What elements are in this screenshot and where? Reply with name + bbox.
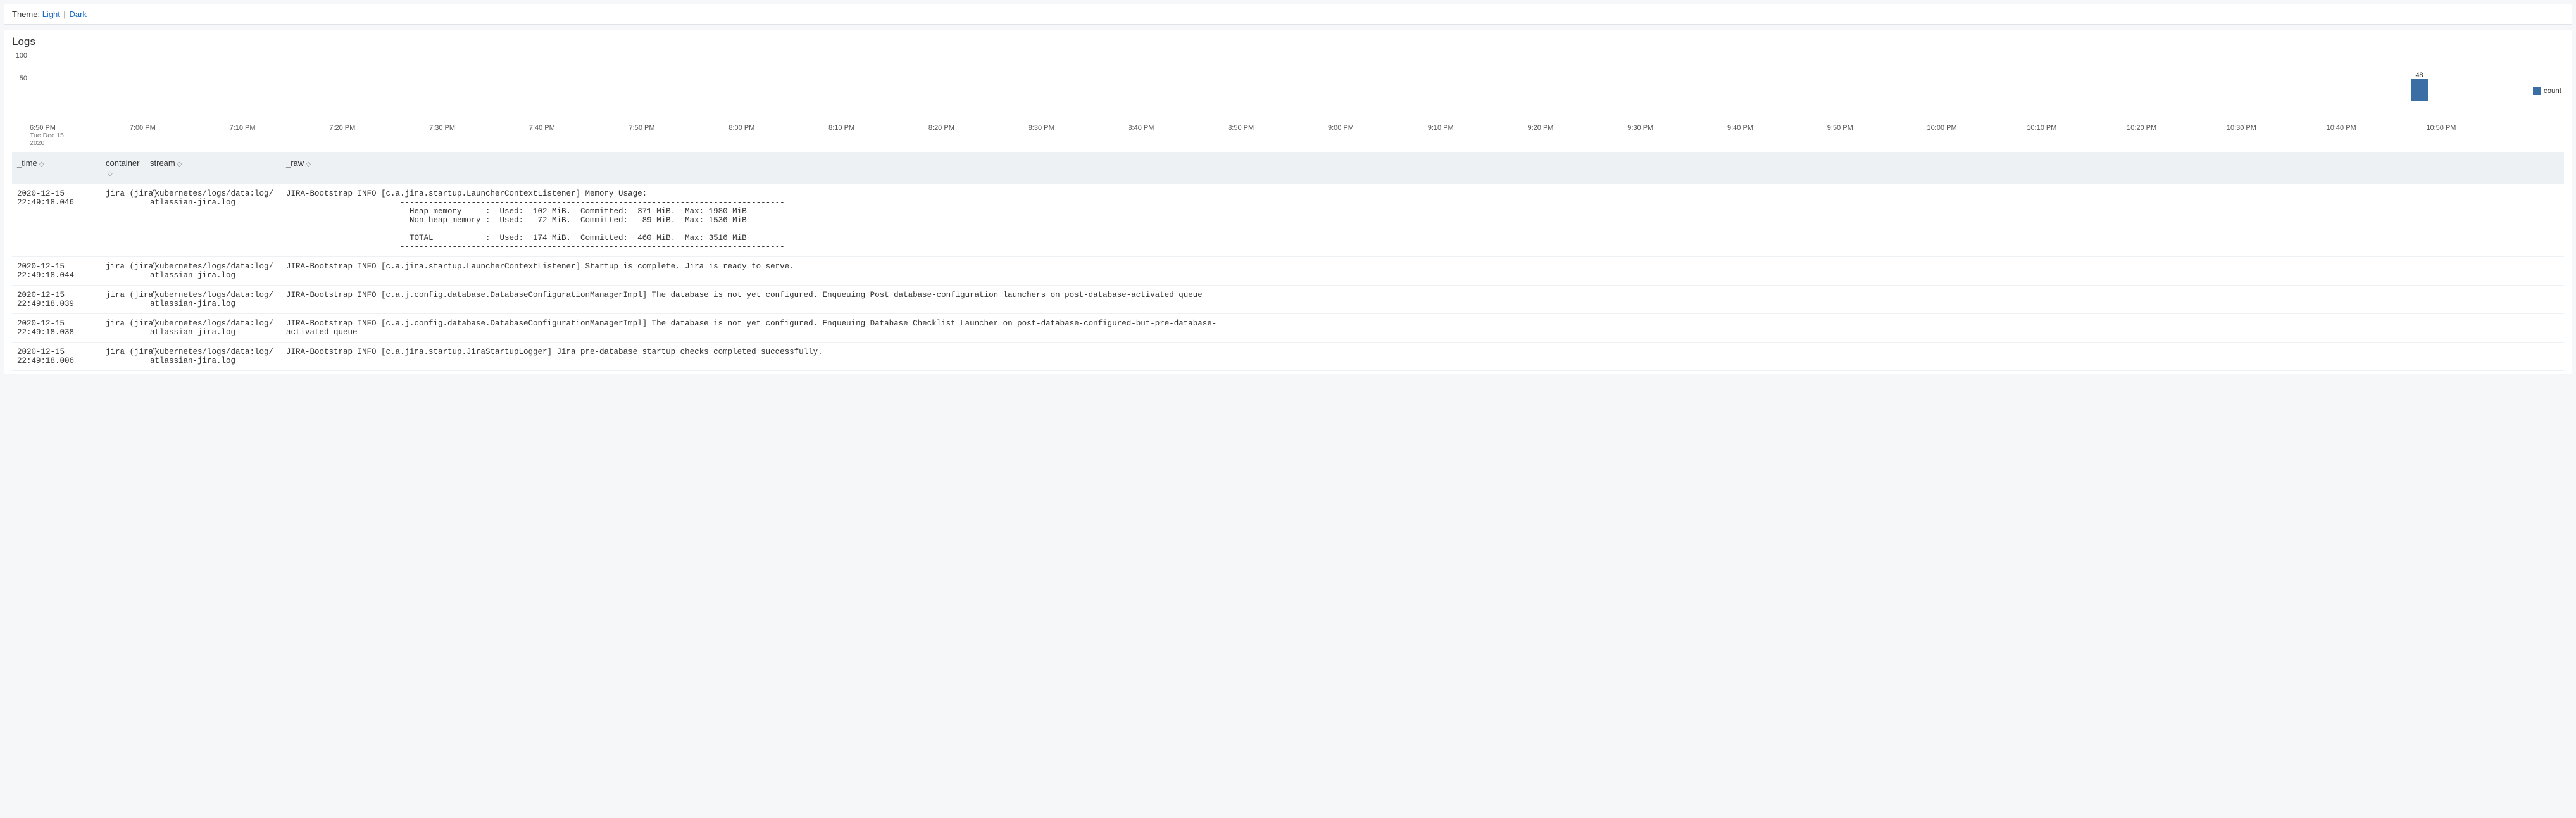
cell-stream: /kubernetes/logs/data:log/atlassian-jira… <box>145 257 281 286</box>
x-tick: 10:00 PM <box>1927 124 2027 147</box>
cell-stream: /kubernetes/logs/data:log/atlassian-jira… <box>145 184 281 257</box>
x-tick: 10:10 PM <box>2027 124 2127 147</box>
cell-time: 2020-12-15 22:49:18.039 <box>12 286 101 314</box>
x-tick: 9:20 PM <box>1527 124 1627 147</box>
histogram-chart: 100 50 48 count <box>12 52 2564 122</box>
cell-time: 2020-12-15 22:49:18.046 <box>12 184 101 257</box>
x-tick: 9:10 PM <box>1428 124 1528 147</box>
chart-legend: count <box>2533 87 2561 95</box>
cell-raw-prefix: JIRA-Bootstrap INFO <box>281 257 376 286</box>
panel-title: Logs <box>12 35 2564 48</box>
cell-raw-prefix: JIRA-Bootstrap INFO <box>281 343 376 371</box>
x-tick: 7:30 PM <box>429 124 529 147</box>
cell-stream: /kubernetes/logs/data:log/atlassian-jira… <box>145 314 281 343</box>
theme-label: Theme: <box>12 9 40 19</box>
x-tick: 10:20 PM <box>2127 124 2227 147</box>
sort-icon[interactable]: ◇ <box>177 161 182 168</box>
cell-container: jira (jira) <box>101 343 145 371</box>
cell-container: jira (jira) <box>101 184 145 257</box>
table-header-row: _time◇ container◇ stream◇ _raw◇ <box>12 152 2564 184</box>
x-tick: 8:00 PM <box>728 124 828 147</box>
cell-raw-body: [c.a.jira.startup.LauncherContextListene… <box>376 257 2564 286</box>
cell-raw-body: [c.a.jira.startup.JiraStartupLogger] Jir… <box>376 343 2564 371</box>
theme-dark-link[interactable]: Dark <box>70 9 87 19</box>
y-axis: 100 50 <box>12 52 30 122</box>
y-tick-100: 100 <box>16 52 27 60</box>
x-tick: 7:10 PM <box>230 124 330 147</box>
cell-time: 2020-12-15 22:49:18.038 <box>12 314 101 343</box>
theme-bar: Theme: Light | Dark <box>4 4 2572 25</box>
x-tick: 10:50 PM <box>2426 124 2526 147</box>
x-tick: 10:40 PM <box>2327 124 2427 147</box>
theme-light-link[interactable]: Light <box>42 9 60 19</box>
table-row[interactable]: 2020-12-15 22:49:18.038jira (jira)/kuber… <box>12 314 2564 343</box>
x-tick: 9:30 PM <box>1627 124 1727 147</box>
x-tick: 7:50 PM <box>629 124 729 147</box>
cell-raw-body: [c.a.jira.startup.LauncherContextListene… <box>376 184 2564 257</box>
histogram-bar-label: 48 <box>2415 72 2423 79</box>
cell-container: jira (jira) <box>101 257 145 286</box>
x-tick: 9:40 PM <box>1727 124 1827 147</box>
x-tick: 8:10 PM <box>828 124 928 147</box>
legend-label: count <box>2544 87 2561 95</box>
plot-area[interactable]: 48 <box>30 56 2526 101</box>
col-container[interactable]: container◇ <box>101 152 145 184</box>
sort-icon[interactable]: ◇ <box>108 170 113 177</box>
cell-time: 2020-12-15 22:49:18.044 <box>12 257 101 286</box>
x-axis: 6:50 PMTue Dec 1520207:00 PM7:10 PM7:20 … <box>30 122 2526 147</box>
theme-sep: | <box>64 9 66 19</box>
cell-stream: /kubernetes/logs/data:log/atlassian-jira… <box>145 286 281 314</box>
sort-icon[interactable]: ◇ <box>306 161 311 168</box>
x-tick: 9:00 PM <box>1328 124 1428 147</box>
x-tick: 9:50 PM <box>1827 124 1927 147</box>
cell-container: jira (jira) <box>101 314 145 343</box>
cell-container: jira (jira) <box>101 286 145 314</box>
col-raw[interactable]: _raw◇ <box>281 152 2564 184</box>
x-tick: 8:30 PM <box>1029 124 1129 147</box>
x-tick: 8:50 PM <box>1228 124 1328 147</box>
x-tick: 6:50 PMTue Dec 152020 <box>30 124 130 147</box>
y-tick-50: 50 <box>20 75 27 82</box>
table-row[interactable]: 2020-12-15 22:49:18.039jira (jira)/kuber… <box>12 286 2564 314</box>
table-row[interactable]: 2020-12-15 22:49:18.044jira (jira)/kuber… <box>12 257 2564 286</box>
logs-table: _time◇ container◇ stream◇ _raw◇ 2020-12 <box>12 152 2564 371</box>
sort-icon[interactable]: ◇ <box>39 161 44 168</box>
col-stream[interactable]: stream◇ <box>145 152 281 184</box>
x-tick: 10:30 PM <box>2227 124 2327 147</box>
x-tick: 7:00 PM <box>130 124 230 147</box>
cell-raw-prefix: JIRA-Bootstrap INFO activated queue <box>281 314 376 343</box>
x-tick: 8:40 PM <box>1128 124 1228 147</box>
table-row[interactable]: 2020-12-15 22:49:18.046jira (jira)/kuber… <box>12 184 2564 257</box>
logs-panel: Logs 100 50 48 count 6:50 PMTue Dec 1520… <box>4 30 2572 374</box>
x-tick: 7:20 PM <box>329 124 429 147</box>
cell-raw-body: [c.a.j.config.database.DatabaseConfigura… <box>376 286 2564 314</box>
legend-swatch <box>2533 87 2541 95</box>
histogram-bar[interactable] <box>2411 79 2428 101</box>
x-tick: 7:40 PM <box>529 124 629 147</box>
col-time[interactable]: _time◇ <box>12 152 101 184</box>
cell-raw-body: [c.a.j.config.database.DatabaseConfigura… <box>376 314 2564 343</box>
cell-stream: /kubernetes/logs/data:log/atlassian-jira… <box>145 343 281 371</box>
cell-raw-prefix: JIRA-Bootstrap INFO <box>281 286 376 314</box>
table-row[interactable]: 2020-12-15 22:49:18.006jira (jira)/kuber… <box>12 343 2564 371</box>
x-tick: 8:20 PM <box>928 124 1029 147</box>
cell-raw-prefix: JIRA-Bootstrap INFO <box>281 184 376 257</box>
cell-time: 2020-12-15 22:49:18.006 <box>12 343 101 371</box>
